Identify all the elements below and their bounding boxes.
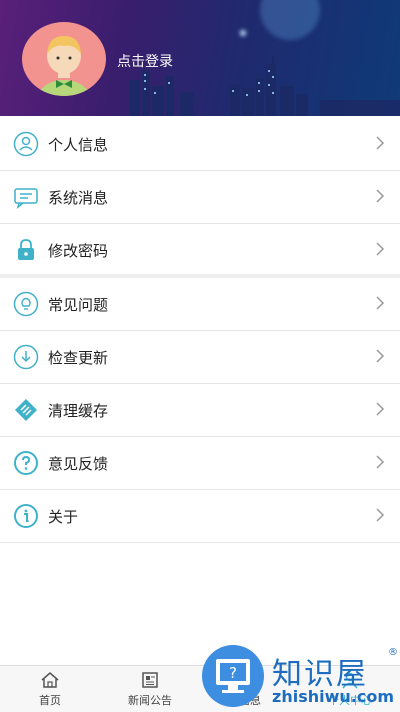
menu-item-label: 检查更新 bbox=[48, 348, 109, 367]
chevron-right-icon bbox=[376, 189, 385, 203]
menu-group-account: 个人信息 系统消息 修改密码 bbox=[0, 118, 400, 277]
menu-item-change-password[interactable]: 修改密码 bbox=[0, 224, 400, 277]
menu-item-system-messages[interactable]: 系统消息 bbox=[0, 171, 400, 224]
chevron-right-icon bbox=[376, 508, 385, 522]
profile-header: 点击登录 bbox=[0, 0, 400, 116]
lightbulb-icon bbox=[13, 291, 39, 317]
menu-item-label: 常见问题 bbox=[48, 295, 109, 314]
chevron-right-icon bbox=[376, 349, 385, 363]
menu-item-faq[interactable]: 常见问题 bbox=[0, 278, 400, 331]
user-icon bbox=[13, 131, 39, 157]
clean-icon bbox=[13, 397, 39, 423]
menu-item-label: 个人信息 bbox=[48, 135, 109, 154]
avatar-illustration bbox=[37, 36, 91, 96]
menu-item-label: 意见反馈 bbox=[48, 454, 109, 473]
home-icon bbox=[41, 672, 59, 688]
watermark-registered: ® bbox=[388, 647, 398, 658]
chevron-right-icon bbox=[376, 242, 385, 256]
download-icon bbox=[13, 344, 39, 370]
menu-item-label: 修改密码 bbox=[48, 241, 109, 260]
menu-item-label: 关于 bbox=[48, 507, 79, 526]
monitor-question-icon: ? bbox=[216, 659, 250, 693]
lock-icon bbox=[13, 237, 39, 263]
menu-item-about[interactable]: 关于 bbox=[0, 490, 400, 543]
watermark-logo: ? 知识屋 ® zhishiwu.com bbox=[202, 645, 400, 711]
menu-item-personal-info[interactable]: 个人信息 bbox=[0, 118, 400, 171]
chevron-right-icon bbox=[376, 136, 385, 150]
tab-home[interactable]: 首页 bbox=[0, 666, 100, 712]
menu-item-label: 清理缓存 bbox=[48, 401, 109, 420]
menu-item-label: 系统消息 bbox=[48, 188, 109, 207]
watermark-url: zhishiwu.com bbox=[272, 687, 394, 706]
menu-item-clear-cache[interactable]: 清理缓存 bbox=[0, 384, 400, 437]
menu-item-feedback[interactable]: 意见反馈 bbox=[0, 437, 400, 490]
login-link[interactable]: 点击登录 bbox=[117, 51, 173, 71]
chevron-right-icon bbox=[376, 455, 385, 469]
avatar[interactable] bbox=[22, 22, 106, 96]
chevron-right-icon bbox=[376, 402, 385, 416]
news-icon bbox=[142, 672, 158, 688]
tab-news[interactable]: 新闻公告 bbox=[100, 666, 200, 712]
info-icon bbox=[13, 503, 39, 529]
chevron-right-icon bbox=[376, 296, 385, 310]
svg-text:?: ? bbox=[229, 664, 237, 682]
tab-label: 首页 bbox=[39, 694, 61, 707]
menu-item-check-update[interactable]: 检查更新 bbox=[0, 331, 400, 384]
watermark-badge: ? bbox=[202, 645, 264, 707]
message-icon bbox=[13, 184, 39, 210]
question-icon bbox=[13, 450, 39, 476]
tab-label: 新闻公告 bbox=[128, 694, 172, 707]
menu-group-general: 常见问题 检查更新 清理缓存 意见反馈 关于 bbox=[0, 278, 400, 543]
